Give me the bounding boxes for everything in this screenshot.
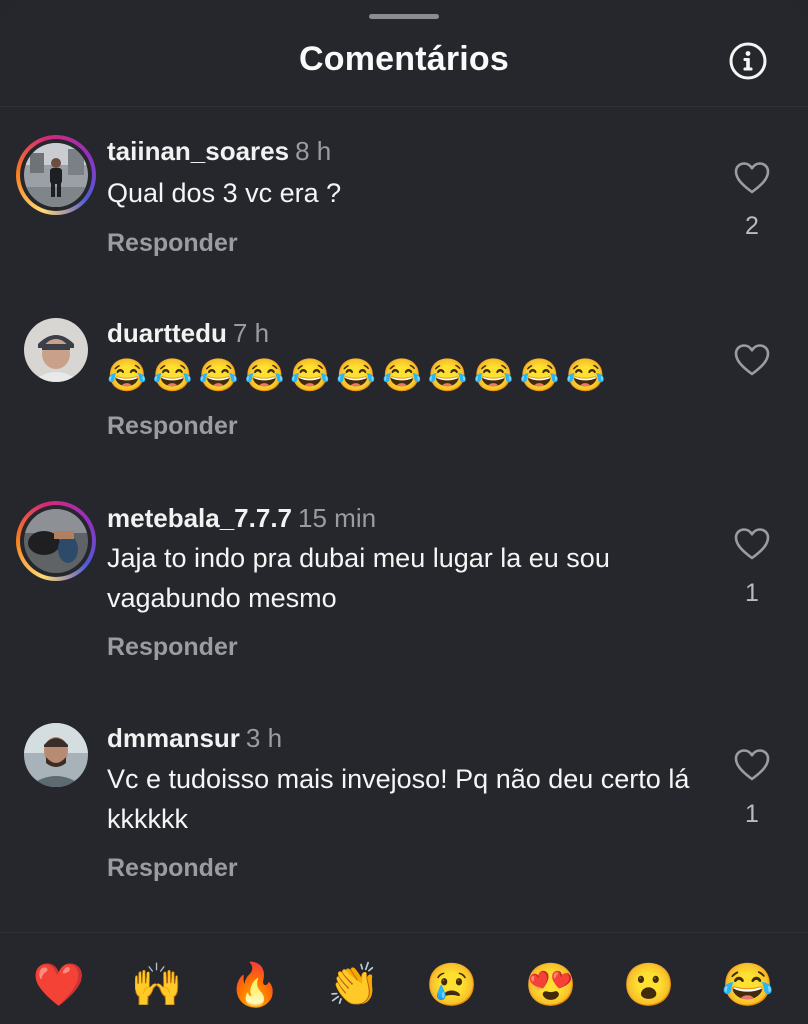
heart-icon[interactable] [733,527,771,561]
comment-text: 😂😂😂😂😂😂😂😂😂😂😂 [107,357,612,393]
reaction-fire-emoji[interactable]: 🔥 [225,955,285,1015]
heart-icon[interactable] [733,748,771,782]
avatar-story-ring[interactable] [16,501,96,581]
username[interactable]: taiinan_soares 8 h [107,136,331,167]
username[interactable]: metebala_7.7.7 15 min [107,503,376,534]
avatar-story-ring[interactable] [16,135,96,215]
reaction-raising-hands-emoji[interactable]: 🙌 [127,955,187,1015]
like-count: 1 [745,800,759,828]
drag-handle[interactable] [369,14,439,19]
avatar [24,143,88,207]
reaction-heart-eyes-emoji[interactable]: 😍 [521,955,581,1015]
heart-icon[interactable] [733,161,771,195]
info-icon[interactable] [728,41,768,81]
comment-time: 15 min [298,503,377,533]
reply-button[interactable]: Responder [107,854,238,883]
comment-text: Jaja to indo pra dubai meu lugar la eu s… [107,543,610,613]
reply-button[interactable]: Responder [107,412,238,441]
reaction-crying-emoji[interactable]: 😢 [422,955,482,1015]
quick-reactions-bar: ❤️ 🙌 🔥 👏 😢 😍 😮 😂 [0,955,808,1019]
avatar [24,509,88,573]
comment-text: Vc e tudoisso mais invejoso! Pq não deu … [107,764,690,834]
reactions-divider [0,932,808,933]
reply-button[interactable]: Responder [107,633,238,662]
comment-time: 3 h [245,723,283,753]
reaction-laughing-emoji[interactable]: 😂 [718,955,778,1015]
page-title: Comentários [298,40,510,78]
like-count: 1 [745,579,759,607]
avatar-container[interactable] [16,310,96,390]
comment-text: Qual dos 3 vc era ? [107,178,342,208]
reply-button[interactable]: Responder [107,229,238,258]
username[interactable]: dmmansur 3 h [107,723,282,754]
heart-icon[interactable] [733,343,771,377]
avatar [24,318,88,382]
avatar-container[interactable] [16,715,96,795]
reaction-heart-emoji[interactable]: ❤️ [29,955,89,1015]
comments-sheet: Comentários taiinan_soares 8 h Qual dos … [0,0,808,1024]
like-count: 2 [745,212,759,240]
comment-time: 8 h [295,136,332,166]
avatar [24,723,88,787]
username[interactable]: duarttedu 7 h [107,318,269,349]
reaction-clapping-emoji[interactable]: 👏 [324,955,384,1015]
reaction-surprised-emoji[interactable]: 😮 [619,955,679,1015]
header-divider [0,106,808,107]
comment-time: 7 h [232,318,270,348]
